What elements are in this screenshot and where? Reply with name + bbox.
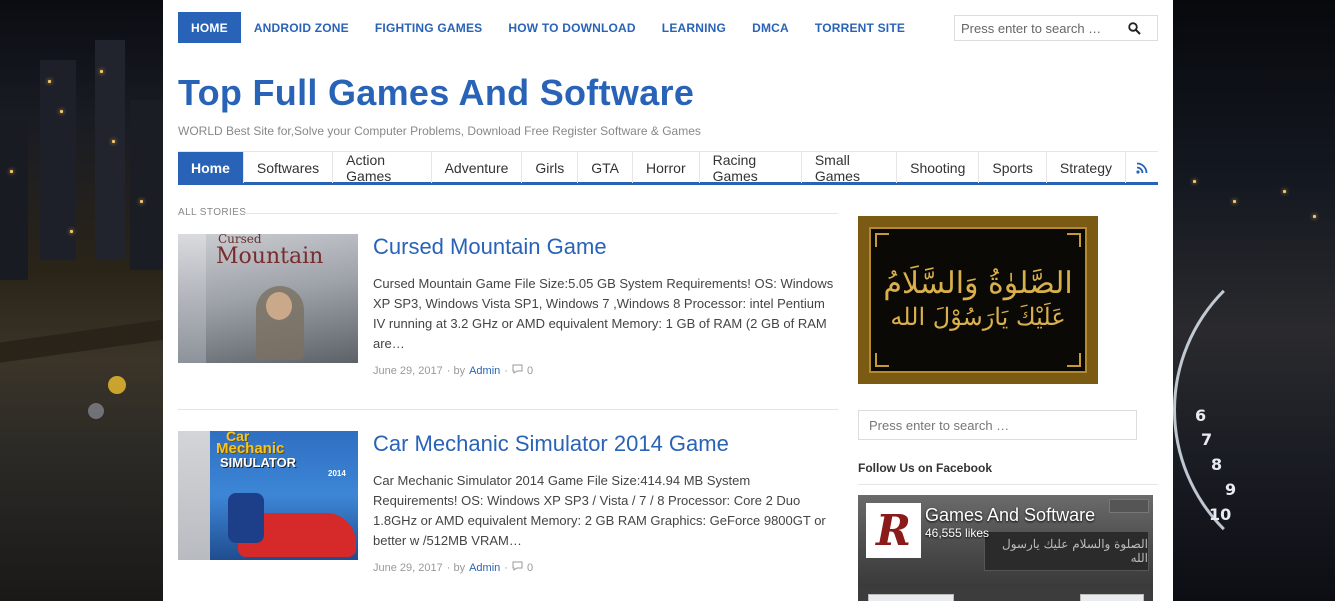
post-by: · by [446, 364, 466, 377]
post-thumbnail[interactable]: Car Mechanic SIMULATOR 2014 [178, 431, 358, 560]
post-author[interactable]: Admin [469, 562, 500, 574]
nav-action-games[interactable]: Action Games [333, 152, 432, 184]
light [10, 170, 13, 173]
post-thumbnail[interactable]: Cursed Mountain [178, 234, 358, 363]
post-excerpt: Car Mechanic Simulator 2014 Game File Si… [373, 473, 826, 548]
building [130, 100, 163, 270]
follow-facebook-heading: Follow Us on Facebook [858, 461, 993, 475]
fb-like-button[interactable] [868, 594, 954, 601]
light [60, 110, 63, 113]
facebook-page-widget[interactable]: الصلوة والسلام عليك يارسول الله R Games … [858, 495, 1153, 601]
close-map-icon [88, 403, 104, 419]
post-item: Cursed Mountain Cursed Mountain Game Cur… [178, 234, 838, 384]
nav-adventure[interactable]: Adventure [432, 152, 523, 183]
light [1283, 190, 1286, 193]
main-navigation: Home Softwares Action Games Adventure Gi… [178, 151, 1158, 185]
post-by: · by [446, 561, 466, 574]
light [100, 70, 103, 73]
road [0, 313, 163, 367]
post-excerpt: Cursed Mountain Game File Size:5.05 GB S… [373, 276, 834, 351]
nav-strategy[interactable]: Strategy [1047, 152, 1126, 183]
gauge-number: 8 [1211, 455, 1223, 474]
nav-home[interactable]: Home [178, 152, 244, 183]
light [112, 140, 115, 143]
gauge-number: 10 [1209, 505, 1232, 524]
sidebar-ad-banner[interactable]: الصَّلوٰةُ وَالسَّلَامُ عَلَيْكَ يَارَسُ… [858, 216, 1098, 384]
nav-sports[interactable]: Sports [979, 152, 1047, 183]
gauge-number: 9 [1225, 480, 1237, 499]
comment-icon[interactable] [512, 364, 523, 377]
fb-page-name[interactable]: Games And Software [925, 505, 1095, 526]
divider [178, 409, 838, 410]
ad-calligraphy-line-2: عَلَيْكَ يَارَسُوْلَ الله [890, 303, 1066, 332]
sidebar-search-box [858, 410, 1137, 440]
post-title[interactable]: Car Mechanic Simulator 2014 Game [373, 431, 729, 457]
light [70, 230, 73, 233]
top-nav-learning[interactable]: LEARNING [649, 12, 739, 43]
light [140, 200, 143, 203]
background-left-scene [0, 0, 163, 601]
nav-shooting[interactable]: Shooting [897, 152, 980, 183]
top-nav-torrent-site[interactable]: TORRENT SITE [802, 12, 918, 43]
section-label: ALL STORIES [178, 207, 247, 218]
site-title[interactable]: Top Full Games And Software [178, 72, 694, 114]
ad-calligraphy-line-1: الصَّلوٰةُ وَالسَّلَامُ [883, 266, 1073, 302]
post-meta: June 29, 2017 · by Admin · 0 [373, 364, 534, 377]
sidebar-search-input[interactable] [859, 411, 1136, 439]
mechanic [228, 493, 264, 543]
top-nav-dmca[interactable]: DMCA [739, 12, 802, 43]
face [266, 292, 292, 320]
rss-icon[interactable] [1126, 152, 1158, 183]
fb-page-logo[interactable]: R [866, 503, 921, 558]
top-nav-android-zone[interactable]: ANDROID ZONE [241, 12, 362, 43]
post-title[interactable]: Cursed Mountain Game [373, 234, 607, 260]
page-container: HOME ANDROID ZONE FIGHTING GAMES HOW TO … [163, 0, 1173, 601]
light [48, 80, 51, 83]
post-meta: June 29, 2017 · by Admin · 0 [373, 561, 534, 574]
post-author[interactable]: Admin [469, 365, 500, 377]
light [1233, 200, 1236, 203]
top-nav-how-to-download[interactable]: HOW TO DOWNLOAD [495, 12, 648, 43]
post-item: Car Mechanic SIMULATOR 2014 Car Mechanic… [178, 431, 838, 581]
top-nav-fighting-games[interactable]: FIGHTING GAMES [362, 12, 495, 43]
nav-girls[interactable]: Girls [522, 152, 579, 183]
fb-search-box [1109, 499, 1149, 513]
divider [243, 213, 838, 214]
building [0, 120, 28, 280]
building [95, 40, 125, 260]
nav-softwares[interactable]: Softwares [244, 152, 334, 183]
home-map-icon [108, 376, 126, 394]
comment-count[interactable]: 0 [527, 562, 533, 574]
light [1313, 215, 1316, 218]
fb-cover-calligraphy: الصلوة والسلام عليك يارسول الله [984, 531, 1149, 571]
post-date: June 29, 2017 [373, 364, 443, 377]
comment-count[interactable]: 0 [527, 365, 533, 377]
nav-gta[interactable]: GTA [578, 152, 633, 183]
gauge-number: 7 [1201, 430, 1213, 449]
light [1193, 180, 1196, 183]
gauge-number: 6 [1195, 406, 1207, 425]
nav-horror[interactable]: Horror [633, 152, 700, 183]
divider [858, 484, 1158, 485]
comment-icon[interactable] [512, 561, 523, 574]
top-search-box [954, 15, 1158, 41]
fb-likes-count: 46,555 likes [925, 526, 990, 540]
site-tagline: WORLD Best Site for,Solve your Computer … [178, 124, 701, 138]
post-date: June 29, 2017 [373, 561, 443, 574]
background-right-scene: 6 7 8 9 10 [1173, 0, 1335, 601]
nav-racing-games[interactable]: Racing Games [700, 152, 802, 184]
fb-share-button[interactable] [1080, 594, 1144, 601]
top-nav-home[interactable]: HOME [178, 12, 241, 43]
search-icon[interactable] [1123, 17, 1145, 39]
nav-small-games[interactable]: Small Games [802, 152, 898, 184]
top-search-input[interactable] [955, 17, 1123, 39]
ad-inner-frame: الصَّلوٰةُ وَالسَّلَامُ عَلَيْكَ يَارَسُ… [869, 227, 1087, 373]
